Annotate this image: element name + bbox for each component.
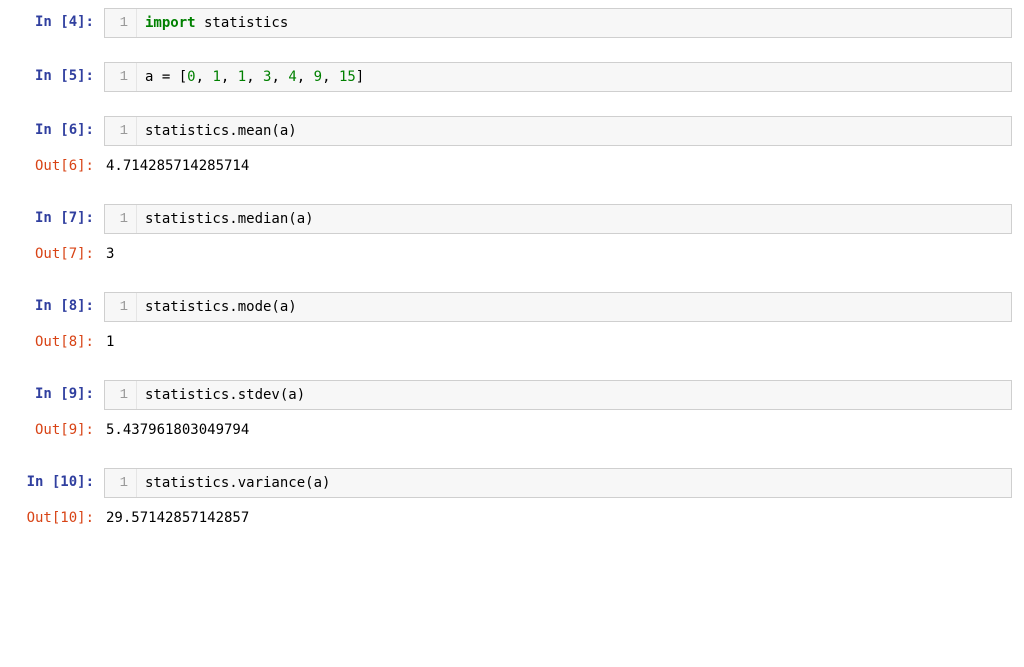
output-text: 29.57142857142857 [104, 504, 1012, 532]
code-content[interactable]: statistics.stdev(a) [137, 381, 1011, 409]
code-area[interactable]: 1statistics.mean(a) [104, 116, 1012, 146]
input-prompt: In [9]: [12, 380, 104, 402]
output-prompt: Out[8]: [12, 328, 104, 350]
output-cell: Out[6]:4.714285714285714 [12, 152, 1012, 180]
line-number: 1 [105, 205, 137, 233]
code-area[interactable]: 1statistics.variance(a) [104, 468, 1012, 498]
code-content[interactable]: statistics.mode(a) [137, 293, 1011, 321]
cell-spacer [12, 98, 1012, 116]
code-content[interactable]: statistics.mean(a) [137, 117, 1011, 145]
input-cell[interactable]: In [8]:1statistics.mode(a) [12, 292, 1012, 322]
code-content[interactable]: import statistics [137, 9, 1011, 37]
output-cell: Out[9]:5.437961803049794 [12, 416, 1012, 444]
input-prompt: In [10]: [12, 468, 104, 490]
input-prompt: In [5]: [12, 62, 104, 84]
input-cell[interactable]: In [5]:1a = [0, 1, 1, 3, 4, 9, 15] [12, 62, 1012, 92]
cell-spacer [12, 44, 1012, 62]
line-number: 1 [105, 293, 137, 321]
output-text: 3 [104, 240, 1012, 268]
output-text: 1 [104, 328, 1012, 356]
input-prompt: In [8]: [12, 292, 104, 314]
cell-spacer [12, 186, 1012, 204]
input-prompt: In [4]: [12, 8, 104, 30]
cell-spacer [12, 274, 1012, 292]
code-content[interactable]: statistics.median(a) [137, 205, 1011, 233]
notebook-container: In [4]:1import statisticsIn [5]:1a = [0,… [12, 8, 1012, 556]
input-cell[interactable]: In [10]:1statistics.variance(a) [12, 468, 1012, 498]
code-area[interactable]: 1a = [0, 1, 1, 3, 4, 9, 15] [104, 62, 1012, 92]
output-prompt: Out[9]: [12, 416, 104, 438]
input-prompt: In [7]: [12, 204, 104, 226]
output-prompt: Out[7]: [12, 240, 104, 262]
output-cell: Out[7]:3 [12, 240, 1012, 268]
input-cell[interactable]: In [7]:1statistics.median(a) [12, 204, 1012, 234]
cell-spacer [12, 362, 1012, 380]
output-prompt: Out[10]: [12, 504, 104, 526]
output-cell: Out[10]:29.57142857142857 [12, 504, 1012, 532]
code-area[interactable]: 1statistics.mode(a) [104, 292, 1012, 322]
code-content[interactable]: statistics.variance(a) [137, 469, 1011, 497]
output-cell: Out[8]:1 [12, 328, 1012, 356]
output-text: 5.437961803049794 [104, 416, 1012, 444]
input-cell[interactable]: In [9]:1statistics.stdev(a) [12, 380, 1012, 410]
line-number: 1 [105, 469, 137, 497]
cell-spacer [12, 538, 1012, 556]
output-text: 4.714285714285714 [104, 152, 1012, 180]
cell-spacer [12, 450, 1012, 468]
code-area[interactable]: 1import statistics [104, 8, 1012, 38]
line-number: 1 [105, 63, 137, 91]
code-content[interactable]: a = [0, 1, 1, 3, 4, 9, 15] [137, 63, 1011, 91]
line-number: 1 [105, 117, 137, 145]
code-area[interactable]: 1statistics.stdev(a) [104, 380, 1012, 410]
output-prompt: Out[6]: [12, 152, 104, 174]
input-cell[interactable]: In [4]:1import statistics [12, 8, 1012, 38]
input-prompt: In [6]: [12, 116, 104, 138]
line-number: 1 [105, 381, 137, 409]
code-area[interactable]: 1statistics.median(a) [104, 204, 1012, 234]
input-cell[interactable]: In [6]:1statistics.mean(a) [12, 116, 1012, 146]
line-number: 1 [105, 9, 137, 37]
